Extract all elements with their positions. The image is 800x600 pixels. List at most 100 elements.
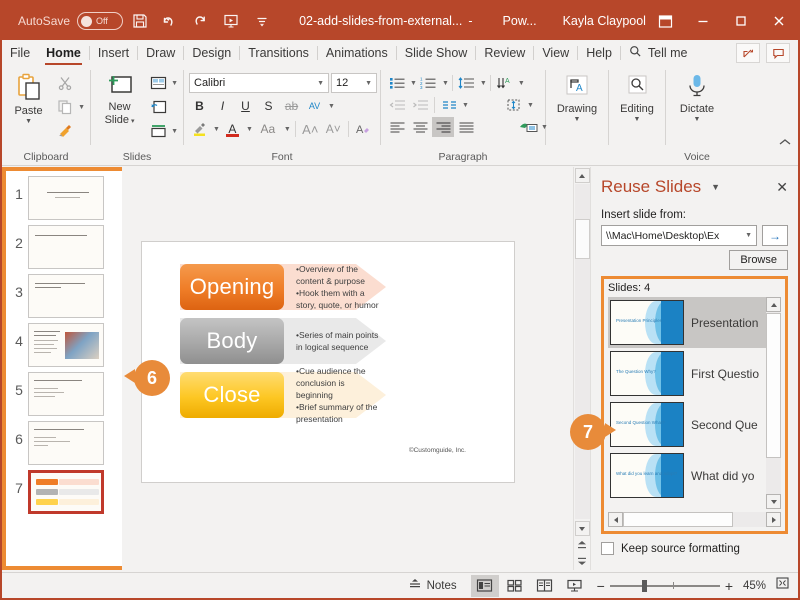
current-slide[interactable]: •Overview of the content & purpose •Hook… [142,242,514,482]
line-spacing-caret[interactable]: ▼ [480,80,487,87]
font-size-caret[interactable]: ▼ [365,80,372,87]
zoom-in-button[interactable]: + [725,578,733,594]
start-slideshow-icon[interactable] [218,6,245,36]
tab-slide-show[interactable]: Slide Show [397,40,476,66]
tab-draw[interactable]: Draw [138,40,183,66]
numbering-icon[interactable]: 123 [418,73,440,93]
collapse-ribbon-button[interactable] [778,66,798,165]
strikethrough-button[interactable]: ab [281,96,302,116]
minimize-button[interactable] [684,2,722,40]
dictate-caret[interactable]: ▼ [694,116,701,124]
clear-formatting-icon[interactable]: A [353,119,374,139]
highlight-caret[interactable]: ▼ [213,126,220,133]
thumbnail-slide-5[interactable]: 5 [6,367,122,416]
align-left-icon[interactable] [386,117,408,137]
tell-me-search[interactable]: Tell me [621,45,696,61]
thumbnails-scroll[interactable]: 1 2 3 [6,171,122,566]
bullets-icon[interactable] [386,73,408,93]
thumbnail-slide-1[interactable]: 1 [6,171,122,220]
reuse-hscroll-track[interactable] [623,512,766,527]
align-text-caret[interactable]: ▼ [527,102,534,109]
dictate-button[interactable]: Dictate ▼ [673,69,721,124]
font-color-icon[interactable]: A [222,119,243,139]
tab-insert[interactable]: Insert [90,40,137,66]
zoom-slider[interactable] [610,585,720,587]
character-spacing-button[interactable]: AV [304,96,325,116]
undo-icon[interactable] [157,6,184,36]
increase-font-size-button[interactable]: A˄ [300,119,321,139]
slide-sorter-view-button[interactable] [501,575,529,597]
layout-button[interactable]: ▼ [146,72,178,94]
bullets-caret[interactable]: ▼ [410,80,417,87]
new-slide-caret[interactable]: ▾ [129,118,134,125]
format-painter-icon[interactable] [53,120,77,142]
keep-source-formatting-checkbox[interactable] [601,542,614,555]
maximize-button[interactable] [722,2,760,40]
keep-source-formatting-row[interactable]: Keep source formatting [601,542,788,555]
normal-view-button[interactable] [471,575,499,597]
tab-home[interactable]: Home [38,40,89,66]
thumbnail-slide-7[interactable]: 7 [6,465,122,514]
autosave-toggle[interactable]: Off [77,12,123,30]
close-icon[interactable]: ✕ [776,179,788,196]
next-slide-button[interactable] [575,553,590,568]
close-button[interactable] [760,2,798,40]
paste-button[interactable]: Paste ▼ [7,69,50,126]
font-size-input[interactable]: 12 ▼ [331,73,377,93]
change-case-caret[interactable]: ▼ [284,126,291,133]
convert-to-smartart-icon[interactable] [517,117,539,137]
zoom-out-button[interactable]: − [597,578,605,594]
browse-button[interactable]: Browse [729,250,788,270]
customize-qat-icon[interactable] [249,6,276,36]
file-path-combobox[interactable]: \\Mac\Home\Desktop\Ex ▼ [601,225,757,246]
reuse-hscroll-thumb[interactable] [623,512,733,527]
bold-button[interactable]: B [189,96,210,116]
ribbon-display-options-icon[interactable] [646,2,684,40]
new-slide-button[interactable]: New Slide ▾ [96,69,143,127]
font-name-caret[interactable]: ▼ [317,80,324,87]
save-icon[interactable] [127,6,154,36]
share-icon[interactable] [736,43,760,63]
comments-icon[interactable] [766,43,790,63]
tab-transitions[interactable]: Transitions [240,40,317,66]
process-row-close[interactable]: •Cue audience the conclusion is beginnin… [180,372,386,418]
fit-slide-icon[interactable] [771,576,790,595]
line-spacing-icon[interactable] [456,73,478,93]
decrease-font-size-button[interactable]: A˅ [323,119,344,139]
text-highlight-icon[interactable] [189,119,210,139]
reuse-scroll-right-button[interactable] [766,512,781,527]
font-name-input[interactable]: Calibri ▼ [189,73,329,93]
tab-file[interactable]: File [2,40,38,66]
reuse-scroll-thumb[interactable] [766,313,781,458]
drawing-caret[interactable]: ▼ [574,116,581,124]
slideshow-view-button[interactable] [561,575,589,597]
arrow-right-icon[interactable]: → [762,225,788,246]
tab-help[interactable]: Help [578,40,620,66]
reuse-list-vertical-scrollbar[interactable] [766,297,781,509]
columns-caret[interactable]: ▼ [462,102,469,109]
tab-review[interactable]: Review [476,40,533,66]
scroll-up-button[interactable] [575,168,590,183]
text-direction-caret[interactable]: ▼ [518,80,525,87]
underline-button[interactable]: U [235,96,256,116]
slide-thumbnails-pane[interactable]: 1 2 3 [2,167,122,570]
scroll-thumb[interactable] [575,219,590,259]
scroll-down-button[interactable] [575,521,590,536]
section-caret[interactable]: ▼ [171,128,178,135]
redo-icon[interactable] [188,6,215,36]
section-button[interactable]: ▼ [146,120,178,142]
reuse-list-horizontal-scrollbar[interactable] [608,512,781,527]
thumbnail-slide-6[interactable]: 6 [6,416,122,465]
reuse-slide-item-3[interactable]: Second Question What? Second Que [608,399,766,450]
layout-caret[interactable]: ▼ [171,80,178,87]
process-row-opening[interactable]: •Overview of the content & purpose •Hook… [180,264,386,310]
path-dropdown-caret[interactable]: ▼ [745,232,752,239]
thumbnail-slide-3[interactable]: 3 [6,269,122,318]
character-spacing-caret[interactable]: ▼ [328,103,335,110]
slide-editing-area[interactable]: •Overview of the content & purpose •Hook… [122,167,590,570]
reuse-slide-item-2[interactable]: The Question Why? First Questio [608,348,766,399]
numbering-caret[interactable]: ▼ [442,80,449,87]
scissors-icon[interactable] [53,72,77,94]
reuse-slide-item-1[interactable]: Presentation Principles Presentation [608,297,766,348]
reuse-slide-item-4[interactable]: What did you learn and adopt? What did y… [608,450,766,501]
